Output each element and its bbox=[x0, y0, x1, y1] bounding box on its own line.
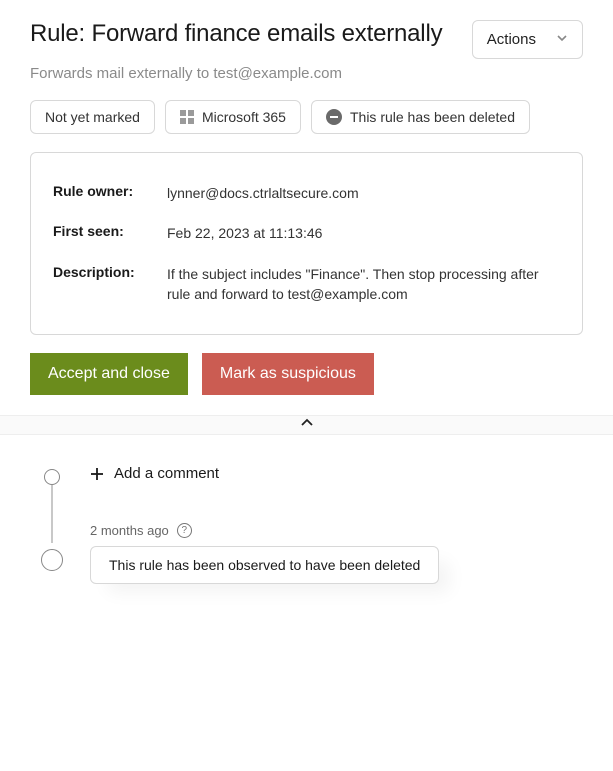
description-label: Description: bbox=[53, 264, 157, 305]
minus-circle-icon bbox=[326, 109, 342, 125]
timeline-event: 2 months ago ? This rule has been observ… bbox=[44, 523, 583, 584]
first-seen-value: Feb 22, 2023 at 11:13:46 bbox=[167, 223, 560, 243]
timeline-node-icon bbox=[44, 469, 60, 485]
page-subtitle: Forwards mail externally to test@example… bbox=[30, 65, 583, 82]
chevron-up-icon bbox=[298, 414, 316, 437]
timeline-node-icon bbox=[41, 549, 63, 571]
timeline-event-text: This rule has been observed to have been… bbox=[109, 557, 420, 573]
timeline-event-bubble: This rule has been observed to have been… bbox=[90, 546, 439, 584]
owner-label: Rule owner: bbox=[53, 183, 157, 203]
add-comment-label: Add a comment bbox=[114, 465, 219, 482]
timeline-add-comment: Add a comment bbox=[44, 465, 583, 495]
page-title: Rule: Forward finance emails externally bbox=[30, 20, 442, 49]
actions-label: Actions bbox=[487, 31, 536, 48]
detail-row-description: Description: If the subject includes "Fi… bbox=[53, 254, 560, 315]
detail-row-first-seen: First seen: Feb 22, 2023 at 11:13:46 bbox=[53, 213, 560, 253]
first-seen-label: First seen: bbox=[53, 223, 157, 243]
chevron-down-icon bbox=[556, 31, 568, 48]
detail-row-owner: Rule owner: lynner@docs.ctrlaltsecure.co… bbox=[53, 173, 560, 213]
microsoft-365-icon bbox=[180, 110, 194, 124]
timeline-event-time: 2 months ago bbox=[90, 523, 169, 538]
action-button-row: Accept and close Mark as suspicious bbox=[30, 353, 583, 395]
status-badge[interactable]: Not yet marked bbox=[30, 100, 155, 134]
deleted-badge[interactable]: This rule has been deleted bbox=[311, 100, 530, 134]
platform-badge[interactable]: Microsoft 365 bbox=[165, 100, 301, 134]
add-comment-button[interactable]: Add a comment bbox=[90, 465, 219, 482]
timeline: Add a comment 2 months ago ? This rule h… bbox=[0, 435, 613, 584]
badge-row: Not yet marked Microsoft 365 This rule h… bbox=[30, 100, 583, 134]
collapse-divider[interactable] bbox=[0, 415, 613, 435]
accept-button[interactable]: Accept and close bbox=[30, 353, 188, 395]
description-value: If the subject includes "Finance". Then … bbox=[167, 264, 560, 305]
timeline-event-meta: 2 months ago ? bbox=[90, 523, 583, 538]
deleted-label: This rule has been deleted bbox=[350, 109, 515, 125]
status-label: Not yet marked bbox=[45, 109, 140, 125]
plus-icon bbox=[90, 467, 104, 481]
details-card: Rule owner: lynner@docs.ctrlaltsecure.co… bbox=[30, 152, 583, 335]
mark-suspicious-button[interactable]: Mark as suspicious bbox=[202, 353, 374, 395]
platform-label: Microsoft 365 bbox=[202, 109, 286, 125]
help-icon[interactable]: ? bbox=[177, 523, 192, 538]
owner-value: lynner@docs.ctrlaltsecure.com bbox=[167, 183, 560, 203]
actions-dropdown[interactable]: Actions bbox=[472, 20, 583, 59]
